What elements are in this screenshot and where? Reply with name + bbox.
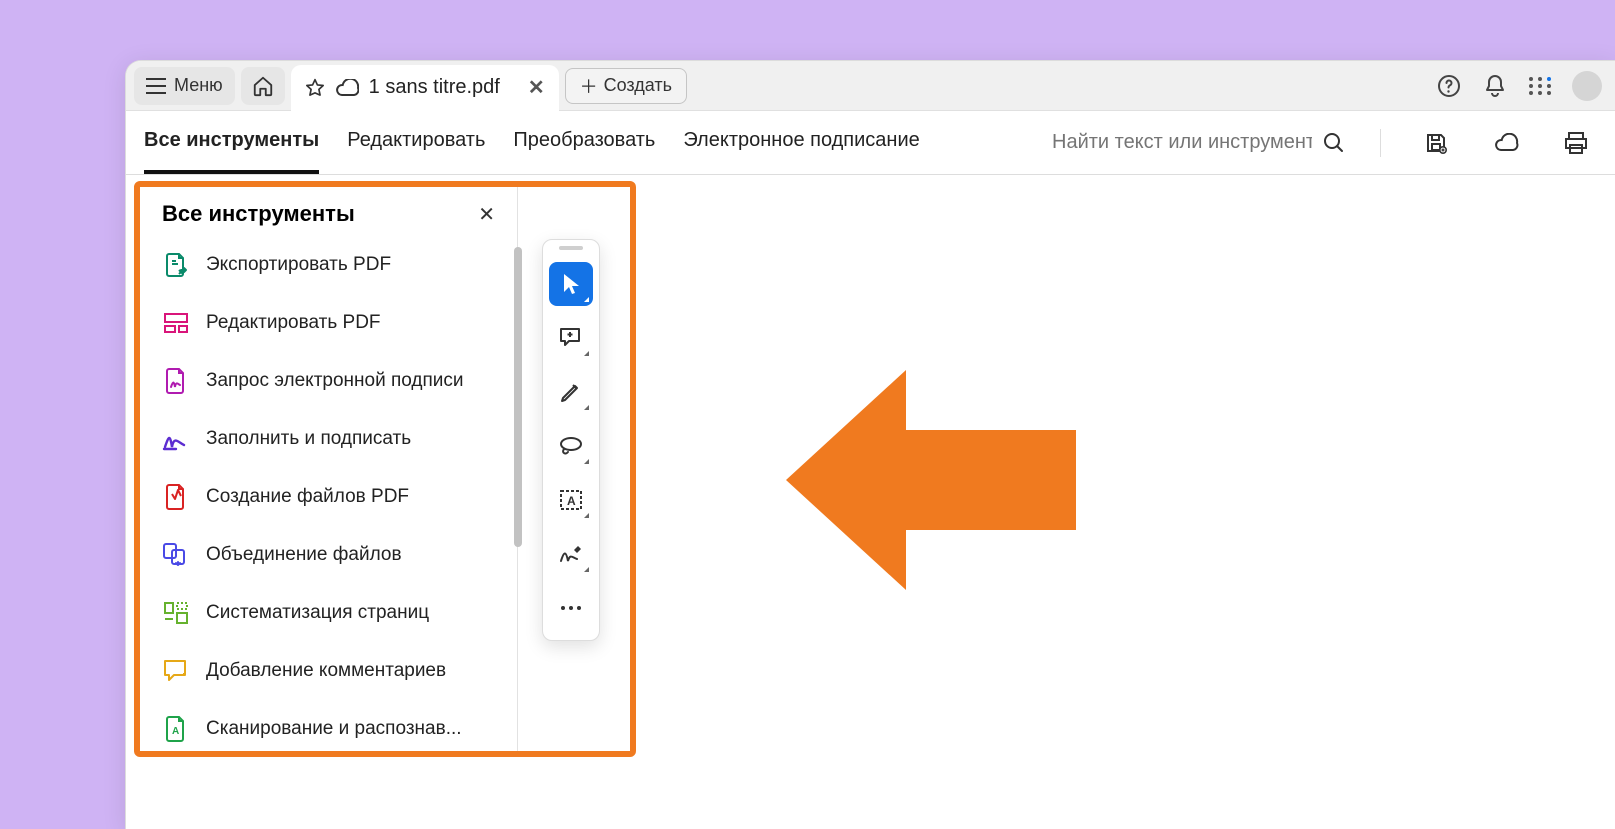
quickbar-add-note[interactable] — [549, 316, 593, 360]
tool-label: Сканирование и распознав... — [206, 718, 462, 740]
tool-label: Объединение файлов — [206, 544, 402, 566]
search-icon — [1322, 131, 1346, 155]
notifications-button[interactable] — [1475, 66, 1515, 106]
panel-header: Все инструменты ✕ — [140, 187, 513, 233]
pencil-icon — [559, 380, 583, 404]
quickbar-draw[interactable] — [549, 370, 593, 414]
save-disk-icon — [1424, 131, 1448, 155]
scan-icon: A — [162, 715, 190, 743]
request-sign-icon — [162, 367, 190, 395]
app-grid-icon — [1529, 77, 1553, 95]
quickbar-lasso[interactable] — [549, 424, 593, 468]
tool-list: Экспортировать PDF Редактировать PDF Зап… — [140, 233, 513, 751]
menubar-item-esign[interactable]: Электронное подписание — [683, 111, 919, 174]
tool-organize[interactable]: Систематизация страниц — [162, 591, 509, 635]
tool-label: Экспортировать PDF — [206, 254, 391, 276]
document-tab[interactable]: 1 sans titre.pdf ✕ — [291, 65, 559, 111]
quickbar-more[interactable] — [549, 586, 593, 630]
tool-export-pdf[interactable]: Экспортировать PDF — [162, 243, 509, 287]
tool-label: Запрос электронной подписи — [206, 370, 464, 392]
save-button[interactable] — [1415, 122, 1457, 164]
tool-combine[interactable]: Объединение файлов — [162, 533, 509, 577]
plus-icon: ＋ — [580, 73, 598, 99]
tool-label: Создание файлов PDF — [206, 486, 409, 508]
organize-icon — [162, 599, 190, 627]
tool-fill-sign[interactable]: Заполнить и подписать — [162, 417, 509, 461]
search-input[interactable] — [1052, 131, 1312, 154]
quickbar-grip[interactable] — [559, 246, 583, 250]
titlebar: Меню 1 sans titre.pdf ✕ ＋ Создать — [126, 61, 1615, 111]
combine-icon — [162, 541, 190, 569]
tool-label: Систематизация страниц — [206, 602, 429, 624]
menubar-item-edit[interactable]: Редактировать — [347, 111, 485, 174]
fill-sign-icon — [162, 425, 190, 453]
avatar-icon — [1572, 71, 1602, 101]
tool-create-pdf[interactable]: Создание файлов PDF — [162, 475, 509, 519]
panel-scrollbar[interactable] — [514, 247, 522, 547]
bell-icon — [1484, 74, 1506, 98]
svg-text:A: A — [567, 494, 576, 508]
tool-label: Заполнить и подписать — [206, 428, 411, 450]
sign-pen-icon — [558, 543, 584, 565]
help-button[interactable] — [1429, 66, 1469, 106]
quickbar: A — [542, 239, 600, 641]
quickbar-select[interactable] — [549, 262, 593, 306]
tool-comment[interactable]: Добавление комментариев — [162, 649, 509, 693]
create-pdf-icon — [162, 483, 190, 511]
tool-label: Редактировать PDF — [206, 312, 381, 334]
annotation-arrow — [786, 370, 1076, 590]
menu-label: Меню — [174, 75, 223, 96]
comment-icon — [162, 657, 190, 685]
note-icon — [559, 327, 583, 349]
cloud-icon — [335, 79, 359, 97]
panel-close-button[interactable]: ✕ — [478, 202, 495, 227]
quickbar-textbox[interactable]: A — [549, 478, 593, 522]
quickbar-sign[interactable] — [549, 532, 593, 576]
account-button[interactable] — [1567, 66, 1607, 106]
print-icon — [1563, 131, 1589, 155]
menu-button[interactable]: Меню — [134, 67, 235, 105]
stage: Все инструменты ✕ Экспортировать PDF — [126, 175, 1615, 829]
app-window: Меню 1 sans titre.pdf ✕ ＋ Создать — [125, 60, 1615, 829]
cursor-icon — [561, 272, 581, 296]
tool-scan[interactable]: A Сканирование и распознав... — [162, 707, 509, 751]
tab-title: 1 sans titre.pdf — [369, 76, 500, 99]
cloud-button[interactable] — [1485, 122, 1527, 164]
search-box[interactable] — [1052, 131, 1346, 155]
create-label: Создать — [604, 75, 672, 96]
all-tools-panel: Все инструменты ✕ Экспортировать PDF — [140, 187, 630, 751]
menubar-item-all-tools[interactable]: Все инструменты — [144, 111, 319, 174]
panel-title: Все инструменты — [162, 201, 355, 227]
cloud-small-icon — [1493, 133, 1519, 153]
lasso-icon — [558, 436, 584, 456]
menubar: Все инструменты Редактировать Преобразов… — [126, 111, 1615, 175]
star-icon[interactable] — [305, 78, 325, 98]
more-icon — [560, 605, 582, 611]
textbox-icon: A — [559, 489, 583, 511]
svg-text:A: A — [172, 726, 179, 737]
help-icon — [1437, 74, 1461, 98]
tool-request-sign[interactable]: Запрос электронной подписи — [162, 359, 509, 403]
tool-edit-pdf[interactable]: Редактировать PDF — [162, 301, 509, 345]
edit-pdf-icon — [162, 309, 190, 337]
create-button[interactable]: ＋ Создать — [565, 68, 687, 104]
apps-button[interactable] — [1521, 66, 1561, 106]
home-icon — [252, 75, 274, 97]
home-button[interactable] — [241, 67, 285, 105]
hamburger-icon — [146, 78, 166, 94]
print-button[interactable] — [1555, 122, 1597, 164]
tab-close-icon[interactable]: ✕ — [510, 75, 545, 100]
tool-label: Добавление комментариев — [206, 660, 446, 682]
menubar-item-convert[interactable]: Преобразовать — [513, 111, 655, 174]
export-pdf-icon — [162, 251, 190, 279]
